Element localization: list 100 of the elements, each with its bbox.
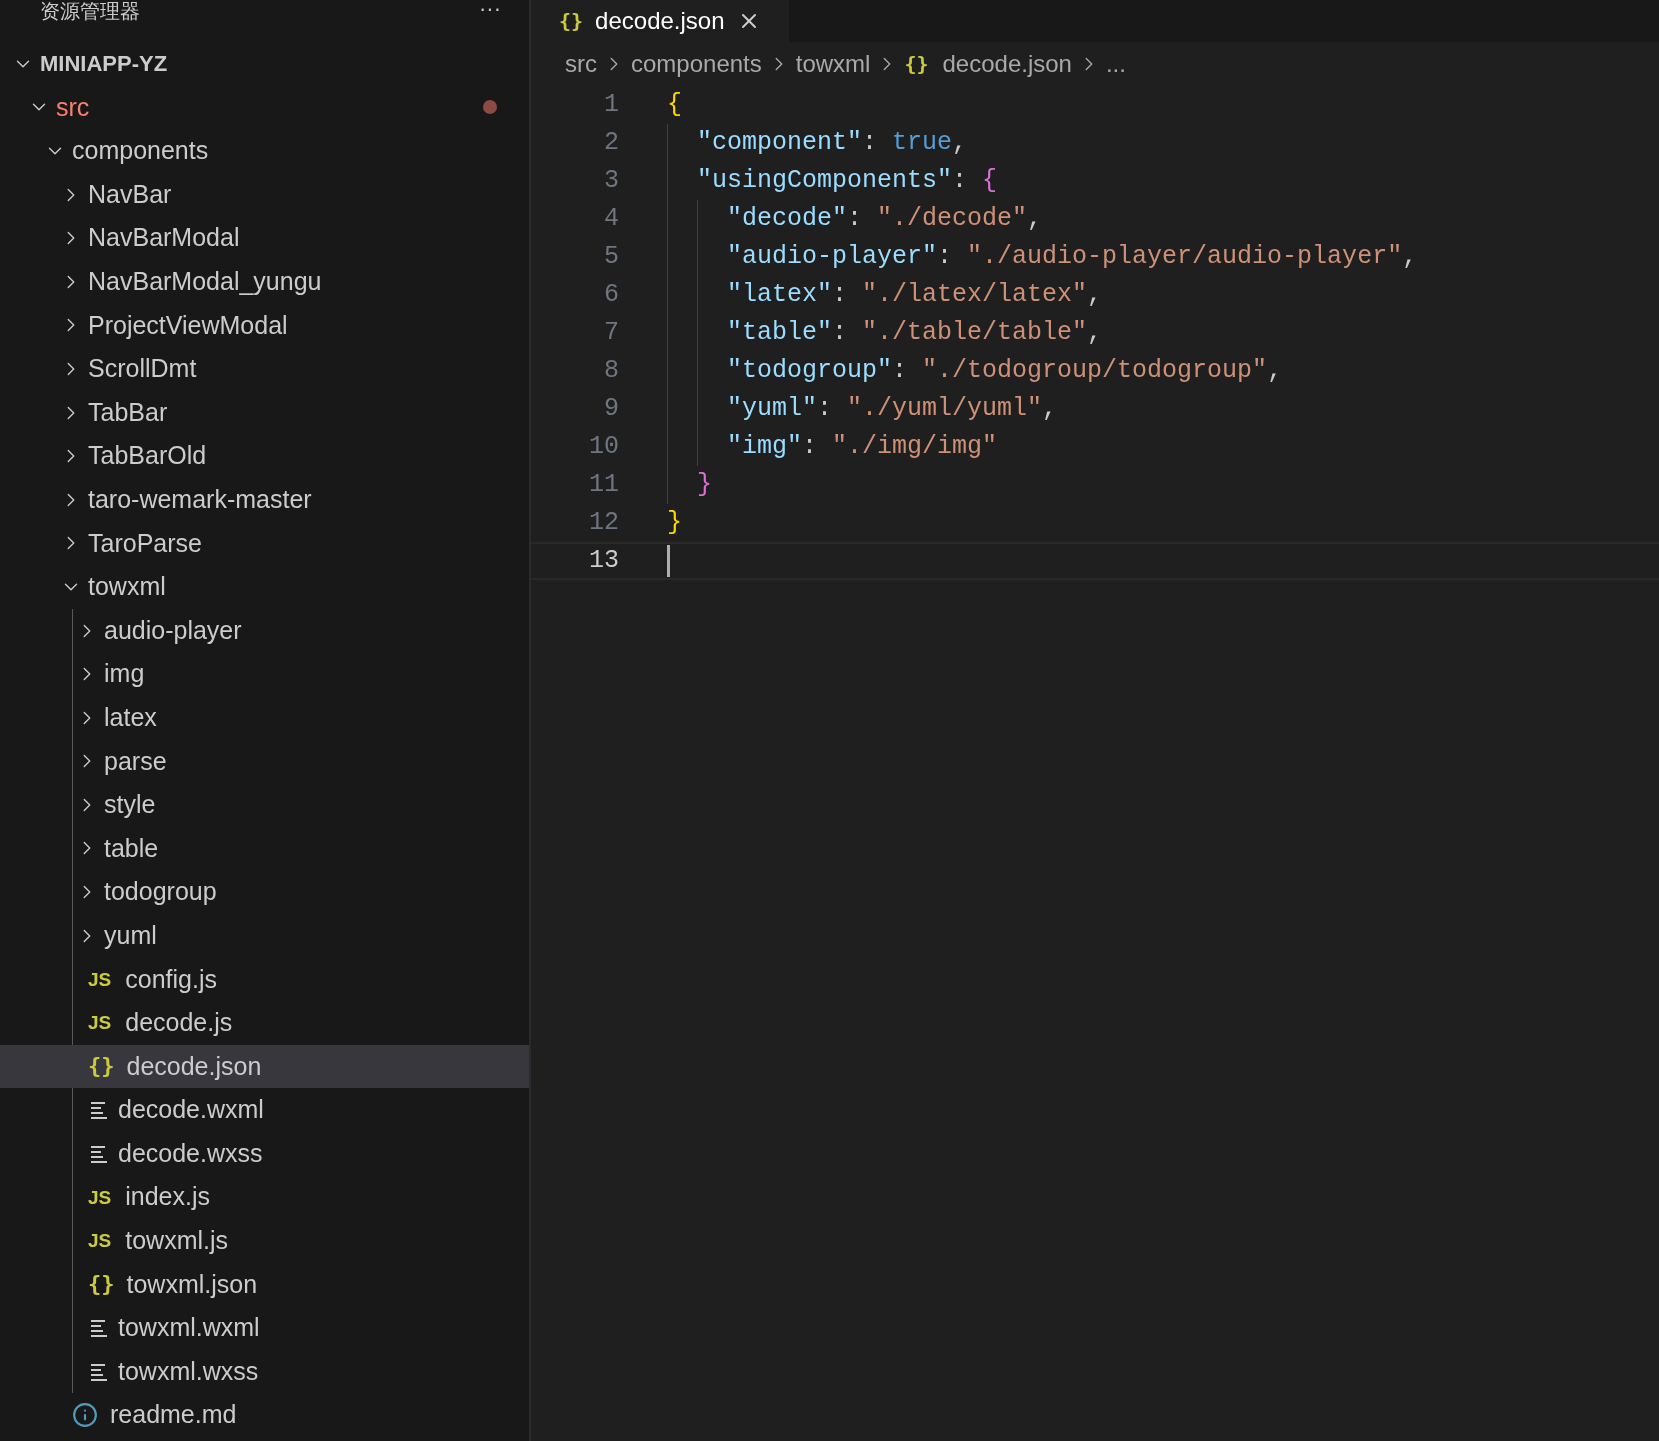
breadcrumb-item[interactable]: towxml — [795, 46, 871, 82]
code-token: , — [1402, 241, 1418, 274]
folder-row[interactable]: TaroParse — [0, 521, 529, 566]
line-number: 7 — [603, 317, 619, 350]
code-token: : — [802, 431, 819, 464]
folder-row[interactable]: NavBarModal_yungu — [0, 259, 529, 304]
code-token: "./yuml/yuml" — [847, 393, 1043, 426]
more-actions-button[interactable]: ··· — [479, 0, 501, 18]
code-token: : — [847, 203, 864, 236]
breadcrumb-item[interactable]: src — [565, 46, 597, 82]
item-label: table — [104, 832, 159, 864]
braces-icon: {} — [904, 49, 929, 79]
folder-row[interactable]: yuml — [0, 913, 529, 958]
file-row[interactable]: JS config.js — [0, 957, 529, 1002]
line-number: 11 — [588, 469, 619, 502]
file-row[interactable]: {} towxml.json — [0, 1262, 529, 1307]
item-label: TabBar — [88, 396, 168, 428]
folder-row[interactable]: latex — [0, 695, 529, 740]
file-row[interactable]: readme.md — [0, 1393, 529, 1437]
braces-icon: {} — [88, 1273, 115, 1296]
folder-row[interactable]: MINIAPP-YZ — [0, 42, 529, 86]
breadcrumb-item[interactable]: decode.json — [942, 46, 1072, 82]
folder-row[interactable]: todogroup — [0, 870, 529, 914]
tab-label: decode.json — [595, 6, 725, 36]
file-row[interactable]: towxml.wxml — [0, 1306, 529, 1350]
line-number: 12 — [588, 507, 619, 540]
folder-row[interactable]: NavBar — [0, 172, 529, 217]
item-label: components — [72, 135, 209, 167]
folder-row[interactable]: towxml — [0, 565, 529, 609]
code-token: "component" — [696, 127, 863, 160]
item-label: decode.js — [125, 1007, 233, 1039]
code-token: true — [892, 127, 953, 160]
folder-row[interactable]: img — [0, 652, 529, 696]
code-token: "table" — [726, 317, 833, 350]
text-lines-icon — [90, 1144, 108, 1163]
editor-tab[interactable]: {} decode.json — [531, 0, 789, 42]
folder-row[interactable]: audio-player — [0, 608, 529, 653]
file-row[interactable]: JS towxml.js — [0, 1219, 529, 1263]
folder-row[interactable]: src — [0, 85, 529, 130]
file-row[interactable]: JS index.js — [0, 1175, 529, 1220]
file-row[interactable]: towxml.wxss — [0, 1349, 529, 1394]
code-token: "./img/img" — [832, 431, 998, 464]
folder-row[interactable]: ScrollDmt — [0, 347, 529, 391]
line-number: 9 — [603, 393, 619, 426]
info-icon — [72, 1402, 98, 1429]
item-label: towxml — [88, 571, 166, 603]
line-number: 10 — [588, 431, 619, 464]
folder-row[interactable]: ProjectViewModal — [0, 303, 529, 348]
code-token: } — [667, 507, 682, 540]
code-token: : — [832, 279, 849, 312]
line-number: 8 — [603, 355, 619, 388]
item-label: ScrollDmt — [88, 353, 197, 385]
item-label: NavBarModal — [88, 222, 240, 254]
folder-row[interactable]: parse — [0, 739, 529, 784]
code-token: : — [832, 317, 849, 350]
breadcrumb-item[interactable]: components — [631, 46, 762, 82]
folder-row[interactable]: table — [0, 826, 529, 871]
text-lines-icon — [90, 1319, 108, 1337]
folder-row[interactable]: TabBar — [0, 390, 529, 435]
item-label: taro-wemark-master — [88, 484, 312, 515]
code-token: : — [952, 165, 969, 198]
js-file-icon: JS — [88, 1187, 112, 1207]
code-token: "audio-player" — [726, 241, 938, 274]
line-number: 5 — [603, 241, 619, 274]
code-token: , — [1267, 355, 1283, 388]
code-token: : — [937, 241, 954, 274]
file-row[interactable]: decode.wxss — [0, 1131, 529, 1176]
code-token: "img" — [726, 431, 803, 464]
item-label: MINIAPP-YZ — [40, 50, 168, 79]
folder-row[interactable]: TabBarOld — [0, 434, 529, 478]
folder-row[interactable]: style — [0, 783, 529, 827]
item-label: ProjectViewModal — [88, 309, 288, 341]
item-label: style — [104, 789, 156, 821]
code-token: : — [817, 393, 834, 426]
folder-row[interactable]: NavBarModal — [0, 216, 529, 260]
code-token: "usingComponents" — [696, 165, 953, 198]
item-label: NavBarModal_yungu — [88, 266, 322, 297]
folder-row[interactable]: taro-wemark-master — [0, 477, 529, 522]
item-label: config.js — [125, 963, 217, 995]
file-row[interactable]: decode.wxml — [0, 1088, 529, 1132]
item-label: decode.json — [126, 1050, 262, 1082]
code-token: , — [1087, 317, 1103, 350]
line-number: 2 — [603, 127, 619, 160]
item-label: towxml.json — [126, 1268, 258, 1300]
item-label: readme.md — [110, 1399, 237, 1431]
folder-row[interactable]: components — [0, 129, 529, 173]
item-label: src — [56, 91, 90, 123]
code-token: { — [667, 89, 682, 122]
item-label: audio-player — [104, 614, 242, 646]
file-row[interactable]: {} decode.json — [0, 1044, 529, 1089]
item-label: TaroParse — [88, 527, 202, 559]
file-row[interactable]: JS decode.js — [0, 1001, 529, 1045]
item-label: decode.wxss — [118, 1137, 263, 1169]
line-number: 3 — [603, 165, 619, 198]
braces-icon: {} — [88, 1055, 115, 1078]
code-token: "decode" — [726, 203, 848, 236]
code-token: { — [982, 165, 998, 198]
item-label: todogroup — [104, 876, 217, 908]
breadcrumb-item[interactable]: ... — [1105, 46, 1126, 82]
line-number: 13 — [588, 545, 619, 578]
